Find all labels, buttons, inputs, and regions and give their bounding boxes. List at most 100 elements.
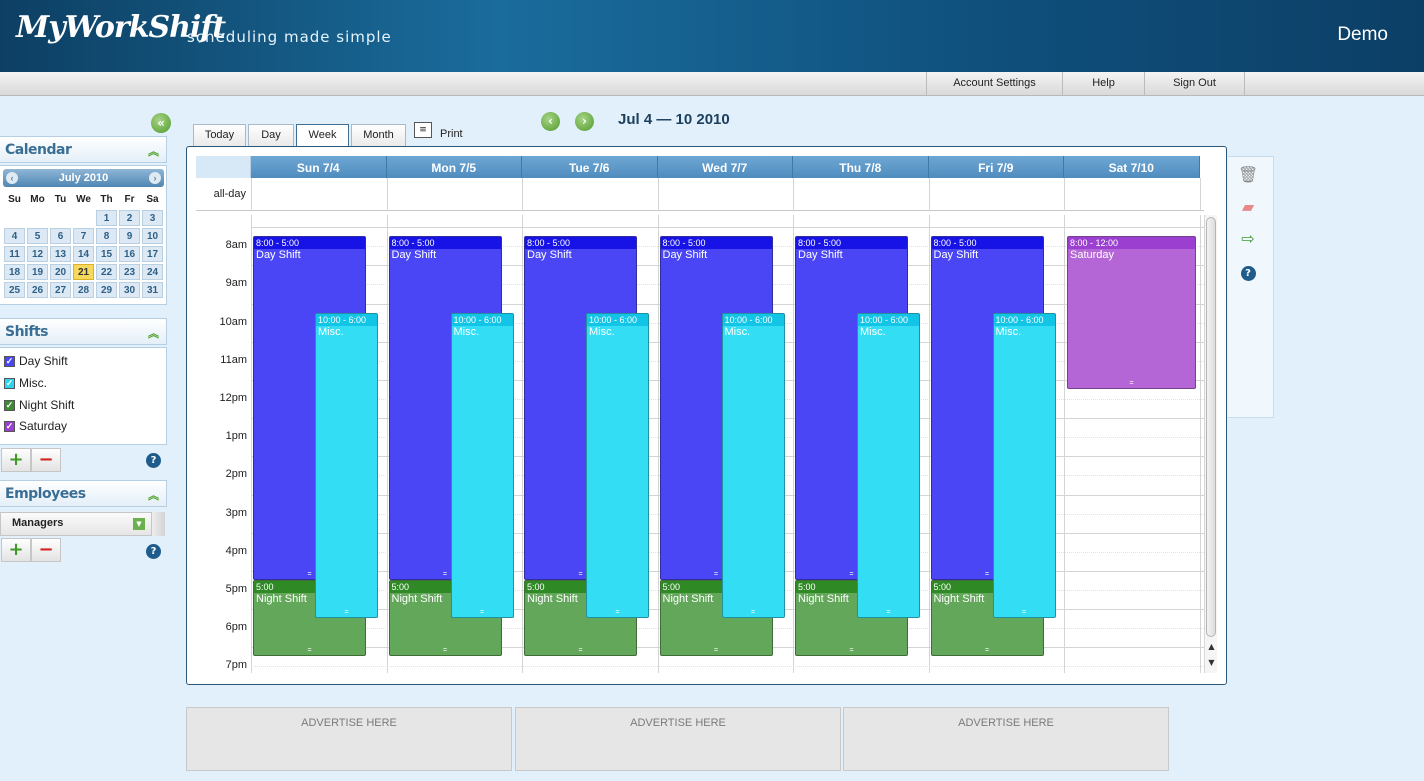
mini-calendar-day[interactable]: 12 [27, 246, 48, 262]
eraser-icon[interactable]: ▰ [1238, 197, 1258, 217]
resize-handle-icon[interactable]: = [796, 647, 907, 655]
employees-panel-header[interactable]: Employees ︽ [0, 480, 167, 507]
chevron-up-icon[interactable]: ︽ [148, 487, 159, 503]
mini-calendar-day[interactable]: 5 [27, 228, 48, 244]
resize-handle-icon[interactable]: = [994, 609, 1055, 617]
mini-calendar-day[interactable]: 9 [119, 228, 140, 244]
help-icon[interactable]: ? [146, 453, 161, 468]
day-header[interactable]: Fri 7/9 [928, 156, 1064, 178]
shifts-panel-header[interactable]: Shifts ︽ [0, 318, 167, 345]
tab-today[interactable]: Today [193, 124, 246, 146]
ad-slot[interactable]: ADVERTISE HERE [515, 707, 841, 771]
shift-event[interactable]: 10:00 - 6:00 Misc. = [721, 312, 785, 619]
day-header[interactable]: Sun 7/4 [251, 156, 387, 178]
tab-month[interactable]: Month [351, 124, 406, 146]
checkbox-icon[interactable]: ✓ [4, 400, 15, 411]
next-week-button[interactable]: › [575, 112, 594, 131]
resize-handle-icon[interactable]: = [858, 609, 919, 617]
ad-slot[interactable]: ADVERTISE HERE [843, 707, 1169, 771]
prev-week-button[interactable]: ‹ [541, 112, 560, 131]
sign-out-link[interactable]: Sign Out [1144, 72, 1245, 96]
collapse-sidebar-button[interactable]: « [151, 113, 171, 133]
mini-calendar-day[interactable]: 3 [142, 210, 163, 226]
mini-calendar-day[interactable]: 16 [119, 246, 140, 262]
mini-calendar-day[interactable]: 14 [73, 246, 94, 262]
help-icon[interactable]: ? [1238, 261, 1258, 281]
account-settings-link[interactable]: Account Settings [926, 72, 1062, 96]
day-header[interactable]: Thu 7/8 [793, 156, 929, 178]
day-header[interactable]: Tue 7/6 [522, 156, 658, 178]
mini-calendar-today[interactable]: 21 [73, 264, 94, 280]
scroll-up-icon[interactable]: ▲ [1205, 641, 1218, 653]
shift-event[interactable]: 10:00 - 6:00 Misc. = [992, 312, 1056, 619]
mini-calendar-day[interactable]: 27 [50, 282, 71, 298]
shift-event[interactable]: 10:00 - 6:00 Misc. = [315, 312, 378, 619]
mini-calendar-day[interactable]: 20 [50, 264, 71, 280]
employee-list-scrollbar[interactable] [151, 512, 165, 536]
tab-week[interactable]: Week [296, 124, 349, 146]
resize-handle-icon[interactable]: = [452, 609, 513, 617]
resize-handle-icon[interactable]: = [587, 609, 648, 617]
shift-event[interactable]: 10:00 - 6:00 Misc. = [586, 312, 649, 619]
trash-icon[interactable]: 🗑 [1238, 165, 1258, 185]
scroll-down-icon[interactable]: ▼ [1205, 657, 1218, 669]
resize-handle-icon[interactable]: = [661, 647, 772, 655]
mini-calendar-day[interactable]: 11 [4, 246, 25, 262]
remove-employee-button[interactable]: − [31, 538, 61, 562]
export-icon[interactable]: ⇨ [1238, 229, 1258, 249]
resize-handle-icon[interactable]: = [316, 609, 377, 617]
day-header[interactable]: Mon 7/5 [386, 156, 522, 178]
checkbox-icon[interactable]: ✓ [4, 378, 15, 389]
add-employee-button[interactable]: + [1, 538, 31, 562]
mini-calendar-day[interactable]: 8 [96, 228, 117, 244]
shift-event[interactable]: 10:00 - 6:00 Misc. = [857, 312, 920, 619]
mini-calendar-day[interactable]: 6 [50, 228, 71, 244]
day-header[interactable]: Sat 7/10 [1064, 156, 1200, 178]
shift-event[interactable]: 8:00 - 12:00 Saturday = [1067, 236, 1196, 389]
mini-calendar-day[interactable]: 2 [119, 210, 140, 226]
resize-handle-icon[interactable]: = [525, 647, 636, 655]
next-month-icon[interactable]: › [149, 172, 161, 184]
add-shift-button[interactable]: + [1, 448, 31, 472]
mini-calendar-day[interactable]: 15 [96, 246, 117, 262]
mini-calendar-day[interactable]: 18 [4, 264, 25, 280]
remove-shift-button[interactable]: − [31, 448, 61, 472]
mini-calendar-day[interactable]: 31 [142, 282, 163, 298]
checkbox-icon[interactable]: ✓ [4, 356, 15, 367]
mini-calendar-day[interactable]: 10 [142, 228, 163, 244]
mini-calendar-day[interactable]: 24 [142, 264, 163, 280]
mini-calendar-day[interactable]: 7 [73, 228, 94, 244]
mini-calendar-day[interactable]: 30 [119, 282, 140, 298]
mini-calendar-day[interactable]: 28 [73, 282, 94, 298]
checkbox-icon[interactable]: ✓ [4, 421, 15, 432]
mini-calendar-day[interactable]: 4 [4, 228, 25, 244]
mini-calendar-day[interactable]: 17 [142, 246, 163, 262]
mini-calendar-day[interactable]: 22 [96, 264, 117, 280]
resize-handle-icon[interactable]: = [932, 647, 1043, 655]
tab-day[interactable]: Day [248, 124, 294, 146]
mini-calendar-day[interactable]: 26 [27, 282, 48, 298]
resize-handle-icon[interactable]: = [723, 609, 784, 617]
day-header[interactable]: Wed 7/7 [657, 156, 793, 178]
chevron-up-icon[interactable]: ︽ [148, 325, 159, 341]
chevron-up-icon[interactable]: ︽ [148, 143, 159, 159]
calendar-panel-header[interactable]: Calendar ︽ [0, 136, 167, 163]
resize-handle-icon[interactable]: = [254, 647, 365, 655]
ad-slot[interactable]: ADVERTISE HERE [186, 707, 512, 771]
employee-group-managers[interactable]: Managers ▼ [0, 512, 165, 536]
mini-calendar-day[interactable]: 23 [119, 264, 140, 280]
prev-month-icon[interactable]: ‹ [6, 172, 18, 184]
mini-calendar-day[interactable]: 13 [50, 246, 71, 262]
mini-calendar-day[interactable]: 19 [27, 264, 48, 280]
scrollbar-thumb[interactable] [1206, 217, 1216, 637]
mini-calendar-day[interactable]: 29 [96, 282, 117, 298]
calendar-scrollbar[interactable]: ▲ ▼ [1204, 215, 1217, 673]
mini-calendar-day[interactable]: 1 [96, 210, 117, 226]
resize-handle-icon[interactable]: = [390, 647, 501, 655]
help-link[interactable]: Help [1062, 72, 1144, 96]
mini-calendar-day[interactable]: 25 [4, 282, 25, 298]
resize-handle-icon[interactable]: = [1068, 380, 1195, 388]
shift-event[interactable]: 10:00 - 6:00 Misc. = [450, 312, 514, 619]
dropdown-arrow-icon[interactable]: ▼ [133, 518, 145, 530]
help-icon[interactable]: ? [146, 544, 161, 559]
